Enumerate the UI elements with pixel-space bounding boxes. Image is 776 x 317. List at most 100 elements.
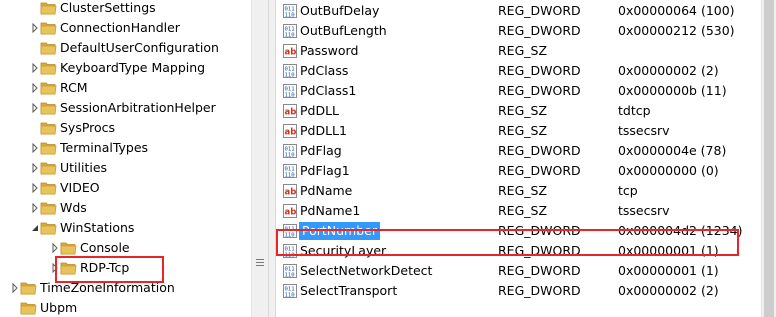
tree-item-label: ClusterSettings bbox=[60, 0, 156, 15]
tree-item-label: DefaultUserConfiguration bbox=[60, 40, 219, 55]
value-row-outbufdelay[interactable]: 011 110 OutBufDelay REG_DWORD 0x00000064 (10… bbox=[276, 1, 761, 21]
tree-item-label: RCM bbox=[60, 80, 88, 95]
value-row-pdflag[interactable]: 011 110 PdFlag REG_DWORD 0x0000004e (78) bbox=[276, 141, 761, 161]
value-type: REG_DWORD bbox=[498, 263, 581, 278]
string-value-icon: ab bbox=[283, 184, 297, 198]
expand-arrow-icon[interactable] bbox=[50, 263, 60, 273]
value-row-pdname[interactable]: ab PdName REG_SZ tcp bbox=[276, 181, 761, 201]
scrollbar-grip-icon[interactable] bbox=[254, 256, 266, 270]
value-data: 0x00000001 (1) bbox=[618, 263, 719, 278]
value-data: tcp bbox=[618, 183, 638, 198]
svg-text:ab: ab bbox=[285, 128, 297, 138]
tree-item-sessionarbitrationhelper[interactable]: SessionArbitrationHelper bbox=[0, 98, 251, 118]
value-row-pdflag1[interactable]: 011 110 PdFlag1 REG_DWORD 0x00000000 (0) bbox=[276, 161, 761, 181]
tree-item-connectionhandler[interactable]: ConnectionHandler bbox=[0, 18, 251, 38]
value-row-pdname1[interactable]: ab PdName1 REG_SZ tssecsrv bbox=[276, 201, 761, 221]
tree-item-clustersettings[interactable]: ClusterSettings bbox=[0, 0, 251, 18]
tree-item-utilities[interactable]: Utilities bbox=[0, 158, 251, 178]
tree-item-label: RDP-Tcp bbox=[80, 260, 130, 275]
value-row-selecttransport[interactable]: 011 110 SelectTransport REG_DWORD 0x00000002… bbox=[276, 281, 761, 301]
value-row-pddll1[interactable]: ab PdDLL1 REG_SZ tssecsrv bbox=[276, 121, 761, 141]
svg-text:110: 110 bbox=[285, 92, 295, 98]
tree-item-label: TimeZoneInformation bbox=[40, 280, 175, 295]
folder-icon bbox=[20, 282, 37, 295]
expand-arrow-icon[interactable] bbox=[30, 163, 40, 173]
svg-text:110: 110 bbox=[285, 232, 295, 238]
value-type: REG_DWORD bbox=[498, 163, 581, 178]
folder-icon bbox=[40, 42, 57, 55]
svg-text:110: 110 bbox=[285, 252, 295, 258]
tree-item-label: Console bbox=[80, 240, 130, 255]
svg-text:110: 110 bbox=[285, 272, 295, 278]
tree-item-label: ConnectionHandler bbox=[60, 20, 180, 35]
expand-arrow-icon[interactable] bbox=[30, 63, 40, 73]
expand-arrow-icon[interactable] bbox=[30, 23, 40, 33]
tree-item-rdp-tcp[interactable]: RDP-Tcp bbox=[0, 258, 251, 278]
values-scrollbar-thumb[interactable] bbox=[764, 0, 774, 317]
string-value-icon: ab bbox=[283, 204, 297, 218]
binary-value-icon: 011110 bbox=[283, 284, 297, 298]
tree-item-video[interactable]: VIDEO bbox=[0, 178, 251, 198]
collapse-arrow-icon[interactable] bbox=[30, 223, 40, 233]
tree-item-sysprocs[interactable]: SysProcs bbox=[0, 118, 251, 138]
svg-text:110: 110 bbox=[285, 12, 295, 18]
value-data: 0x00000002 (2) bbox=[618, 283, 719, 298]
value-name: PortNumber bbox=[299, 222, 380, 240]
svg-text:ab: ab bbox=[285, 108, 297, 118]
expand-arrow-icon[interactable] bbox=[50, 243, 60, 253]
tree-item-label: Ubpm bbox=[40, 300, 78, 315]
value-row-pdclass1[interactable]: 011 110 PdClass1 REG_DWORD 0x0000000b (11) bbox=[276, 81, 761, 101]
expand-arrow-icon[interactable] bbox=[30, 183, 40, 193]
value-data: tssecsrv bbox=[618, 203, 670, 218]
tree-item-label: SysProcs bbox=[60, 120, 116, 135]
expand-arrow-icon[interactable] bbox=[10, 283, 20, 293]
expand-arrow-icon[interactable] bbox=[30, 103, 40, 113]
value-row-portnumber[interactable]: 011 110 PortNumber REG_DWORD 0x000004d2 (123… bbox=[276, 221, 761, 241]
value-row-pddll[interactable]: ab PdDLL REG_SZ tdtcp bbox=[276, 101, 761, 121]
value-type: REG_DWORD bbox=[498, 63, 581, 78]
svg-text:ab: ab bbox=[285, 208, 297, 218]
svg-text:110: 110 bbox=[285, 72, 295, 78]
folder-icon bbox=[40, 22, 57, 35]
tree-scrollbar[interactable] bbox=[251, 0, 268, 317]
tree-item-winstations[interactable]: WinStations bbox=[0, 218, 251, 238]
tree-item-terminaltypes[interactable]: TerminalTypes bbox=[0, 138, 251, 158]
value-name: PdName bbox=[300, 183, 353, 198]
tree-item-label: TerminalTypes bbox=[60, 140, 149, 155]
binary-value-icon: 011110 bbox=[283, 24, 297, 38]
value-row-outbuflength[interactable]: 011 110 OutBufLength REG_DWORD 0x00000212 (5… bbox=[276, 21, 761, 41]
value-name: Password bbox=[300, 43, 359, 58]
value-name: PdClass bbox=[300, 63, 349, 78]
tree-item-label: WinStations bbox=[60, 220, 135, 235]
tree-item-defaultuserconfiguration[interactable]: DefaultUserConfiguration bbox=[0, 38, 251, 58]
value-row-selectnetworkdetect[interactable]: 011 110 SelectNetworkDetect REG_DWORD 0x0000… bbox=[276, 261, 761, 281]
expand-arrow-icon[interactable] bbox=[30, 143, 40, 153]
folder-icon bbox=[40, 222, 57, 235]
svg-text:110: 110 bbox=[285, 152, 295, 158]
expand-arrow-icon[interactable] bbox=[30, 203, 40, 213]
tree-item-rcm[interactable]: RCM bbox=[0, 78, 251, 98]
registry-values-list[interactable]: 011 110 OutBufDelay REG_DWORD 0x00000064 (10… bbox=[276, 0, 761, 317]
value-type: REG_SZ bbox=[498, 43, 548, 58]
tree-item-timezoneinformation[interactable]: TimeZoneInformation bbox=[0, 278, 251, 298]
value-name: PdClass1 bbox=[300, 83, 357, 98]
expand-arrow-icon[interactable] bbox=[30, 83, 40, 93]
value-type: REG_SZ bbox=[498, 103, 548, 118]
tree-item-keyboardtype-mapping[interactable]: KeyboardType Mapping bbox=[0, 58, 251, 78]
tree-item-console[interactable]: Console bbox=[0, 238, 251, 258]
svg-text:110: 110 bbox=[285, 32, 295, 38]
value-name: SecurityLayer bbox=[300, 243, 387, 258]
tree-item-ubpm[interactable]: Ubpm bbox=[0, 298, 251, 317]
tree-item-label: VIDEO bbox=[60, 180, 100, 195]
values-scrollbar[interactable] bbox=[761, 0, 776, 317]
pane-splitter[interactable] bbox=[268, 0, 276, 317]
value-row-password[interactable]: ab Password REG_SZ bbox=[276, 41, 761, 61]
value-name: PdDLL bbox=[300, 103, 340, 118]
registry-key-tree[interactable]: ClusterSettings ConnectionHandler DefaultU… bbox=[0, 0, 251, 317]
value-type: REG_DWORD bbox=[498, 23, 581, 38]
binary-value-icon: 011110 bbox=[283, 144, 297, 158]
value-row-pdclass[interactable]: 011 110 PdClass REG_DWORD 0x00000002 (2) bbox=[276, 61, 761, 81]
tree-item-wds[interactable]: Wds bbox=[0, 198, 251, 218]
value-row-securitylayer[interactable]: 011 110 SecurityLayer REG_DWORD 0x00000001 (… bbox=[276, 241, 761, 261]
svg-text:ab: ab bbox=[285, 48, 297, 58]
